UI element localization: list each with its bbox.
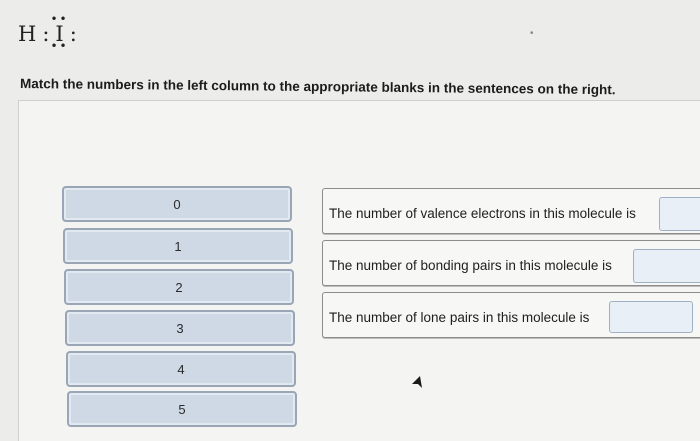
lewis-structure-formula: H : •• I •• :: [18, 12, 83, 54]
answer-chip-1[interactable]: 1: [63, 228, 293, 264]
answer-chip-0[interactable]: 0: [62, 186, 292, 222]
sentence-text: The number of lone pairs in this molecul…: [329, 310, 590, 325]
answer-chip-3[interactable]: 3: [65, 310, 295, 346]
sentence-valence-electrons: The number of valence electrons in this …: [322, 188, 700, 234]
answer-blank-lone-pairs[interactable]: [609, 301, 693, 333]
instruction-text: Match the numbers in the left column to …: [19, 76, 616, 98]
iodine-atom: •• I ••: [50, 12, 69, 53]
answer-chip-2[interactable]: 2: [64, 269, 294, 305]
answer-chip-5[interactable]: 5: [67, 391, 297, 427]
hydrogen-atom: H: [18, 22, 37, 46]
stray-dot: •: [530, 28, 534, 39]
sentence-bonding-pairs: The number of bonding pairs in this mole…: [322, 240, 700, 286]
answer-blank-bonding-pairs[interactable]: [633, 249, 700, 283]
sentence-lone-pairs: The number of lone pairs in this molecul…: [322, 292, 700, 338]
answer-blank-valence-electrons[interactable]: [659, 197, 700, 231]
sentence-text: The number of valence electrons in this …: [329, 206, 636, 221]
sentence-text: The number of bonding pairs in this mole…: [329, 258, 612, 273]
mouse-pointer-icon: [412, 376, 422, 388]
lone-pair-bottom: ••: [50, 39, 69, 53]
lone-pair-top: ••: [50, 12, 69, 26]
answer-chip-4[interactable]: 4: [66, 351, 296, 387]
